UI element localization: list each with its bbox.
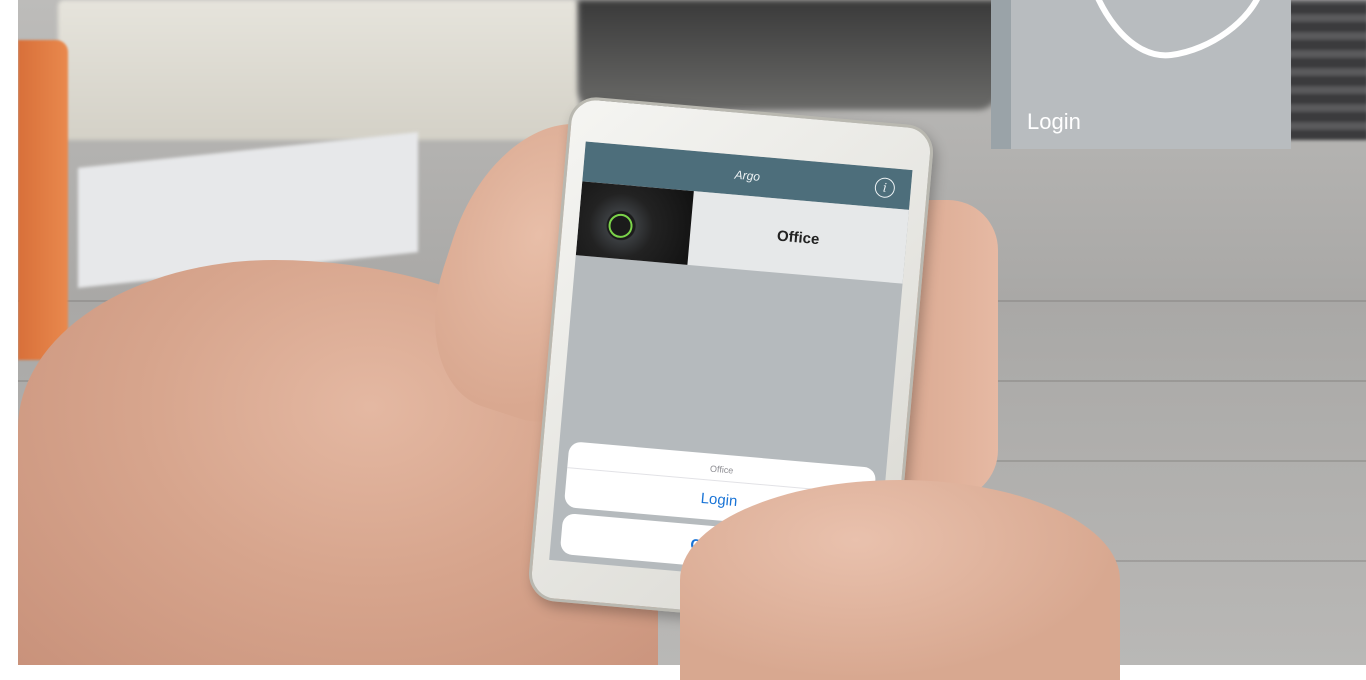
overlay-accent-bar (991, 0, 1011, 149)
blurred-book (58, 0, 578, 140)
orange-mug (18, 40, 68, 360)
right-hand (680, 480, 1120, 680)
login-overlay-panel: Login (991, 0, 1291, 149)
lock-name: Office (776, 227, 821, 248)
lock-cylinder-image (575, 181, 694, 265)
lock-status-ring (607, 212, 634, 239)
login-shape-icon (1095, 0, 1260, 59)
blurred-binders (1288, 0, 1366, 140)
info-icon[interactable]: i (874, 176, 896, 199)
app-title: Argo (734, 167, 761, 184)
overlay-label: Login (1027, 109, 1081, 134)
blurred-object (578, 0, 998, 110)
